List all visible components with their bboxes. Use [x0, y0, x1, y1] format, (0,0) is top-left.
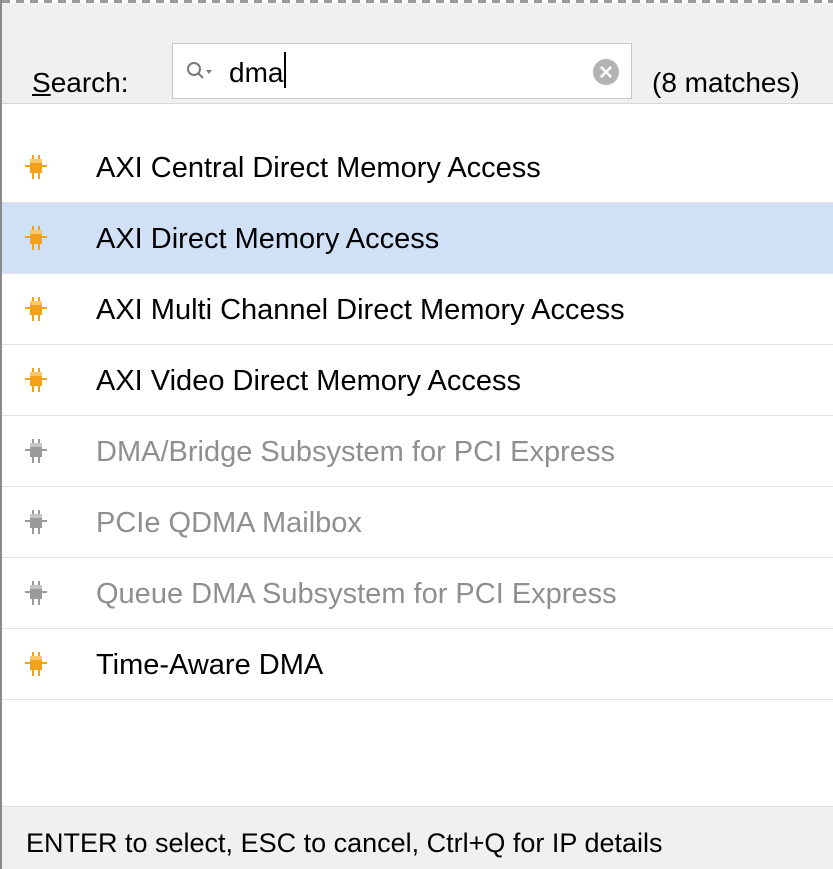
- hint-footer: ENTER to select, ESC to cancel, Ctrl+Q f…: [2, 806, 833, 869]
- results-list: AXI Central Direct Memory Access AXI Dir…: [2, 132, 833, 700]
- result-label: DMA/Bridge Subsystem for PCI Express: [96, 436, 615, 468]
- result-row[interactable]: AXI Video Direct Memory Access: [2, 345, 833, 416]
- result-label: Time-Aware DMA: [96, 649, 324, 681]
- search-label-text: earch:: [50, 67, 129, 98]
- search-input-text: dma: [229, 57, 284, 88]
- ip-core-icon: [25, 226, 47, 250]
- search-input[interactable]: dma: [172, 43, 632, 99]
- text-caret: [284, 52, 287, 88]
- search-input-value[interactable]: dma: [229, 52, 287, 93]
- ip-core-icon: [25, 439, 47, 463]
- result-label: Queue DMA Subsystem for PCI Express: [96, 578, 617, 610]
- clear-search-icon[interactable]: [593, 59, 619, 85]
- ip-core-icon: [25, 510, 47, 534]
- ip-core-icon: [25, 155, 47, 179]
- clear-x-glyph: [600, 66, 612, 78]
- result-label: PCIe QDMA Mailbox: [96, 507, 362, 539]
- search-label: Search:: [32, 63, 129, 103]
- match-count: (8 matches): [652, 67, 800, 98]
- result-row[interactable]: AXI Direct Memory Access: [2, 203, 833, 274]
- result-row[interactable]: Time-Aware DMA: [2, 629, 833, 700]
- result-row[interactable]: Queue DMA Subsystem for PCI Express: [2, 558, 833, 629]
- result-label: AXI Multi Channel Direct Memory Access: [96, 294, 625, 326]
- result-label: AXI Central Direct Memory Access: [96, 152, 541, 184]
- search-label-mnemonic: S: [32, 67, 51, 98]
- result-row[interactable]: AXI Multi Channel Direct Memory Access: [2, 274, 833, 345]
- magnifier-dropdown-icon[interactable]: [185, 60, 217, 84]
- footer-hint-text: ENTER to select, ESC to cancel, Ctrl+Q f…: [26, 828, 663, 858]
- result-label: AXI Video Direct Memory Access: [96, 365, 521, 397]
- result-row[interactable]: DMA/Bridge Subsystem for PCI Express: [2, 416, 833, 487]
- ip-core-icon: [25, 652, 47, 676]
- result-row[interactable]: PCIe QDMA Mailbox: [2, 487, 833, 558]
- ip-core-icon: [25, 297, 47, 321]
- result-label: AXI Direct Memory Access: [96, 223, 440, 255]
- ip-search-popup: Search: dma (8 matches) AXI Central Dire…: [0, 0, 833, 869]
- ip-core-icon: [25, 368, 47, 392]
- search-bar: Search: dma (8 matches): [2, 3, 833, 104]
- result-row[interactable]: AXI Central Direct Memory Access: [2, 132, 833, 203]
- ip-core-icon: [25, 581, 47, 605]
